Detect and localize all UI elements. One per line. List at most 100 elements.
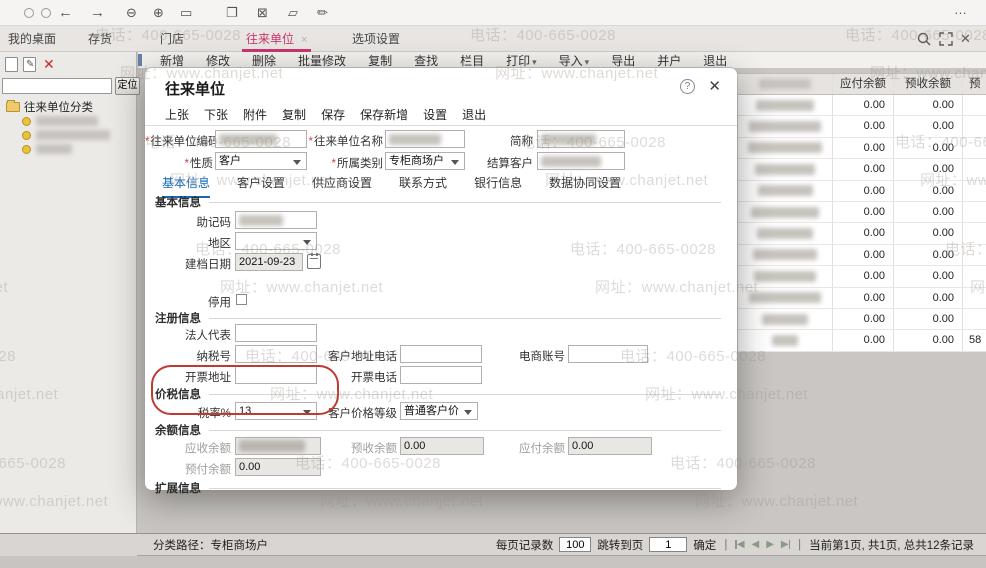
code-input[interactable] — [215, 130, 307, 148]
table-row[interactable]: 0.00 0.00 — [738, 244, 986, 267]
toolbar-复制[interactable]: 复制 — [368, 52, 392, 69]
dialog-toolbar-下张[interactable]: 下张 — [204, 106, 228, 124]
dialog-toolbar-退出[interactable]: 退出 — [462, 106, 486, 124]
dialog-toolbar-保存[interactable]: 保存 — [321, 106, 345, 124]
settle-customer-input[interactable] — [537, 152, 625, 170]
next-page-icon[interactable]: ▶ — [766, 539, 774, 550]
toolbar-栏目[interactable]: 栏目 — [460, 52, 484, 69]
table-row[interactable]: 0.00 0.00 — [738, 95, 986, 117]
toolbar-导出[interactable]: 导出 — [611, 52, 635, 69]
help-icon[interactable]: ? — [680, 79, 695, 94]
rotate-icon[interactable]: ▱ — [288, 3, 298, 23]
category-search-input[interactable] — [2, 78, 112, 94]
goto-page-input[interactable] — [649, 537, 688, 552]
cust-addr-input[interactable] — [400, 345, 482, 363]
table-row[interactable]: 0.00 0.00 — [738, 137, 986, 160]
tools-icon[interactable]: ✏ — [317, 3, 328, 23]
windows-icon[interactable]: ❐ — [226, 3, 238, 23]
fullscreen-icon[interactable] — [938, 31, 954, 47]
pane-splitter-handle[interactable] — [138, 54, 142, 66]
dialog-close-icon[interactable]: ✕ — [708, 77, 721, 95]
legal-rep-input[interactable] — [235, 324, 317, 342]
browser-tab-3[interactable]: 门店 — [160, 26, 184, 52]
more-icon[interactable]: … — [954, 0, 967, 20]
browser-tab-1[interactable]: 我的桌面 — [8, 26, 56, 52]
dialog-toolbar-设置[interactable]: 设置 — [423, 106, 447, 124]
ecom-account-input[interactable] — [568, 345, 648, 363]
zoom-in-icon[interactable]: ⊕ — [153, 3, 164, 23]
table-row[interactable]: 0.00 0.00 — [738, 308, 986, 331]
mnemonic-input[interactable] — [235, 211, 317, 229]
tab-bar: ✕ 我的桌面 存货 门店 往来单位 × 选项设置 — [0, 26, 986, 52]
column-header-name[interactable] — [738, 74, 833, 94]
toolbar-并户[interactable]: 并户 — [657, 52, 681, 69]
toolbar-修改[interactable]: 修改 — [206, 52, 230, 69]
text-select-icon[interactable]: ⊠ — [257, 3, 268, 23]
dialog-toolbar-上张[interactable]: 上张 — [165, 106, 189, 124]
toolbar-删除[interactable]: 删除 — [252, 52, 276, 69]
dialog-toolbar-保存新增[interactable]: 保存新增 — [360, 106, 408, 124]
toolbar-导入[interactable]: 导入 ▾ — [559, 52, 590, 69]
last-page-icon[interactable]: ▶ — [781, 539, 791, 550]
tree-item-2[interactable] — [22, 128, 110, 142]
browser-tab-4[interactable]: 往来单位 × — [241, 26, 312, 52]
close-icon[interactable]: ✕ — [960, 31, 976, 47]
edit-category-icon[interactable]: ✎ — [23, 57, 36, 72]
invoice-tel-input[interactable] — [400, 366, 482, 384]
locate-button[interactable]: 定位 — [115, 77, 140, 95]
tax-rate-select[interactable]: 13 — [235, 402, 317, 420]
tree-root-category[interactable]: 往来单位分类 — [6, 99, 93, 115]
table-row[interactable]: 0.00 0.00 — [738, 223, 986, 245]
confirm-page-button[interactable]: 确定 — [693, 537, 716, 553]
dialog-toolbar-附件[interactable]: 附件 — [243, 106, 267, 124]
table-row[interactable]: 0.00 0.00 58 — [738, 330, 986, 352]
table-row[interactable]: 0.00 0.00 — [738, 287, 986, 309]
column-header-prepaid[interactable]: 预 — [963, 74, 986, 94]
toolbar-退出[interactable]: 退出 — [703, 52, 727, 69]
tree-item-1[interactable] — [22, 114, 98, 128]
tree-item-3[interactable] — [22, 142, 72, 156]
name-input[interactable] — [385, 130, 465, 148]
toolbar-新增[interactable]: 新增 — [160, 52, 184, 69]
table-row[interactable]: 0.00 0.00 — [738, 266, 986, 288]
prepaid-input[interactable]: 0.00 — [235, 458, 321, 476]
browser-tab-5[interactable]: 选项设置 — [352, 26, 400, 52]
back-icon[interactable]: ← — [58, 3, 73, 23]
first-page-icon[interactable]: ◀ — [735, 539, 745, 550]
forward-icon[interactable]: → — [90, 3, 105, 23]
table-row[interactable]: 0.00 0.00 — [738, 116, 986, 138]
window-dot-icon[interactable] — [24, 8, 34, 18]
invoice-addr-input[interactable] — [235, 366, 317, 384]
toolbar-查找[interactable]: 查找 — [414, 52, 438, 69]
toolbar-批量修改[interactable]: 批量修改 — [298, 52, 346, 69]
new-category-icon[interactable] — [5, 57, 18, 72]
category-select[interactable]: 专柜商场户 — [385, 152, 465, 170]
tab-close-icon[interactable]: × — [301, 34, 307, 46]
zoom-out-icon[interactable]: ⊖ — [126, 3, 137, 23]
prereceived-input[interactable]: 0.00 — [400, 437, 484, 455]
abbr-input[interactable] — [537, 130, 625, 148]
window-dot-icon[interactable] — [41, 8, 51, 18]
tax-no-input[interactable] — [235, 345, 317, 363]
delete-category-icon[interactable]: ✕ — [43, 56, 55, 73]
search-icon[interactable] — [916, 31, 932, 47]
table-row[interactable]: 0.00 0.00 — [738, 201, 986, 224]
payable-input[interactable]: 0.00 — [568, 437, 652, 455]
toolbar-打印[interactable]: 打印 ▾ — [506, 52, 537, 69]
receivable-input[interactable] — [235, 437, 321, 455]
create-date-input[interactable]: 2021-09-23 — [235, 253, 303, 271]
table-row[interactable]: 0.00 0.00 — [738, 159, 986, 181]
dialog-toolbar-复制[interactable]: 复制 — [282, 106, 306, 124]
nature-select[interactable]: 客户 — [215, 152, 307, 170]
region-select[interactable] — [235, 232, 317, 250]
price-level-select[interactable]: 普通客户价 — [400, 402, 478, 420]
table-row[interactable]: 0.00 0.00 — [738, 180, 986, 202]
page-size-input[interactable] — [559, 537, 592, 552]
column-header-payable[interactable]: 应付余额 — [833, 74, 894, 94]
prev-page-icon[interactable]: ◀ — [752, 539, 760, 550]
column-header-prereceived[interactable]: 预收余额 — [894, 74, 963, 94]
screenshot-icon[interactable]: ▭ — [180, 3, 192, 23]
disabled-checkbox[interactable] — [236, 294, 247, 305]
calendar-icon[interactable] — [307, 253, 321, 269]
browser-tab-2[interactable]: 存货 — [88, 26, 112, 52]
